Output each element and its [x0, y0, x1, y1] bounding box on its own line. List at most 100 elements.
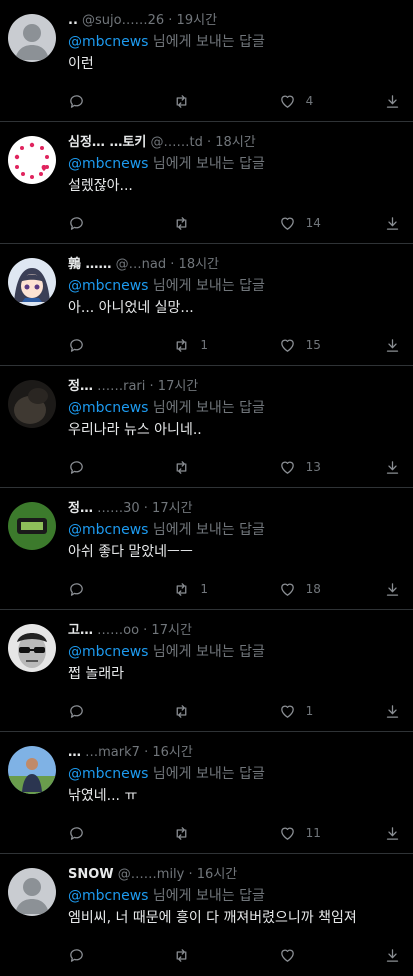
- retweet-button[interactable]: [173, 703, 253, 720]
- like-button[interactable]: 11: [279, 825, 359, 842]
- user-handle[interactable]: @……td: [151, 135, 203, 150]
- tweet-actions: 11: [68, 823, 401, 843]
- timestamp[interactable]: · 16시간: [189, 867, 238, 882]
- reply-to-suffix: 님에게 보내는 답글: [148, 400, 265, 416]
- share-button[interactable]: [384, 215, 401, 232]
- reply-button[interactable]: [68, 581, 148, 598]
- reply-button[interactable]: [68, 459, 148, 476]
- share-button[interactable]: [384, 337, 401, 354]
- display-name[interactable]: …: [68, 745, 81, 760]
- share-icon: [386, 94, 399, 108]
- tweet[interactable]: .. @sujo……26 · 19시간 @mbcnews 님에게 보내는 답글 …: [0, 0, 413, 122]
- user-handle[interactable]: @…nad: [116, 257, 166, 272]
- heart-icon: [280, 95, 294, 108]
- tweet[interactable]: 鶉 …… @…nad · 18시간 @mbcnews 님에게 보내는 답글 아.…: [0, 244, 413, 366]
- mention-link[interactable]: @mbcnews: [68, 522, 148, 538]
- retweet-button[interactable]: [173, 215, 253, 232]
- display-name[interactable]: ..: [68, 13, 78, 28]
- tweet[interactable]: SNOW @……mily · 16시간 @mbcnews 님에게 보내는 답글 …: [0, 854, 413, 976]
- timestamp[interactable]: · 16시간: [144, 745, 193, 760]
- timestamp[interactable]: · 19시간: [168, 13, 217, 28]
- like-count: 11: [305, 826, 321, 840]
- tweet[interactable]: … …mark7 · 16시간 @mbcnews 님에게 보내는 답글 낚였네.…: [0, 732, 413, 854]
- display-name[interactable]: 정…: [68, 501, 93, 516]
- reply-to-suffix: 님에게 보내는 답글: [148, 766, 265, 782]
- reply-button[interactable]: [68, 703, 148, 720]
- like-button[interactable]: 1: [279, 703, 359, 720]
- mention-link[interactable]: @mbcnews: [68, 156, 148, 172]
- mention-link[interactable]: @mbcnews: [68, 766, 148, 782]
- timestamp[interactable]: · 17시간: [143, 623, 192, 638]
- timestamp[interactable]: · 17시간: [144, 501, 193, 516]
- tweet-header: 고… ……oo · 17시간: [68, 622, 401, 640]
- display-name[interactable]: SNOW: [68, 867, 114, 882]
- user-handle[interactable]: @……mily: [118, 867, 185, 882]
- share-button[interactable]: [384, 93, 401, 110]
- share-button[interactable]: [384, 459, 401, 476]
- like-button[interactable]: 15: [279, 337, 359, 354]
- mention-link[interactable]: @mbcnews: [68, 888, 148, 904]
- tweet[interactable]: 정… ……rari · 17시간 @mbcnews 님에게 보내는 답글 우리나…: [0, 366, 413, 488]
- avatar[interactable]: [8, 380, 56, 428]
- heart-icon: [280, 217, 294, 230]
- heart-icon: [280, 583, 294, 596]
- reply-to-suffix: 님에게 보내는 답글: [148, 34, 265, 50]
- retweet-button[interactable]: [173, 93, 253, 110]
- reply-button[interactable]: [68, 215, 148, 232]
- user-handle[interactable]: ……oo: [97, 623, 139, 638]
- share-button[interactable]: [384, 703, 401, 720]
- retweet-button[interactable]: [173, 947, 253, 964]
- reply-button[interactable]: [68, 93, 148, 110]
- share-button[interactable]: [384, 581, 401, 598]
- user-handle[interactable]: @sujo……26: [82, 13, 164, 28]
- like-button[interactable]: 18: [279, 581, 359, 598]
- reply-button[interactable]: [68, 337, 148, 354]
- timestamp[interactable]: · 18시간: [170, 257, 219, 272]
- like-button[interactable]: 14: [279, 215, 359, 232]
- mention-link[interactable]: @mbcnews: [68, 644, 148, 660]
- display-name[interactable]: 정…: [68, 379, 93, 394]
- tweet[interactable]: 정… ……30 · 17시간 @mbcnews 님에게 보내는 답글 아쉬 좋다…: [0, 488, 413, 610]
- tweet[interactable]: 고… ……oo · 17시간 @mbcnews 님에게 보내는 답글 쩝 놀래라…: [0, 610, 413, 732]
- retweet-icon: [176, 704, 187, 718]
- timestamp[interactable]: · 18시간: [207, 135, 256, 150]
- tweet[interactable]: 심정… …토키 @……td · 18시간 @mbcnews 님에게 보내는 답글…: [0, 122, 413, 244]
- avatar[interactable]: [8, 624, 56, 672]
- user-handle[interactable]: …mark7: [85, 745, 140, 760]
- share-icon: [386, 582, 399, 596]
- mention-link[interactable]: @mbcnews: [68, 400, 148, 416]
- reply-to-suffix: 님에게 보내는 답글: [148, 522, 265, 538]
- tweet-text: 아... 아니었네 실망...: [68, 300, 194, 316]
- like-button[interactable]: [279, 947, 359, 964]
- avatar[interactable]: [8, 14, 56, 62]
- reply-button[interactable]: [68, 947, 148, 964]
- mention-link[interactable]: @mbcnews: [68, 34, 148, 50]
- like-count: 18: [305, 582, 321, 596]
- user-handle[interactable]: ……30: [97, 501, 140, 516]
- timestamp[interactable]: · 17시간: [150, 379, 199, 394]
- share-icon: [386, 338, 399, 352]
- retweet-button[interactable]: 1: [173, 337, 253, 354]
- display-name[interactable]: 심정… …토키: [68, 135, 146, 150]
- user-handle[interactable]: ……rari: [97, 379, 145, 394]
- share-button[interactable]: [384, 947, 401, 964]
- reply-button[interactable]: [68, 825, 148, 842]
- avatar[interactable]: [8, 746, 56, 794]
- avatar[interactable]: [8, 136, 56, 184]
- avatar[interactable]: [8, 868, 56, 916]
- display-name[interactable]: 鶉 ……: [68, 257, 112, 272]
- avatar[interactable]: [8, 258, 56, 306]
- like-button[interactable]: 4: [279, 93, 359, 110]
- heart-icon: [280, 339, 294, 352]
- like-count: 13: [305, 460, 321, 474]
- share-button[interactable]: [384, 825, 401, 842]
- mention-link[interactable]: @mbcnews: [68, 278, 148, 294]
- retweet-button[interactable]: [173, 825, 253, 842]
- like-button[interactable]: 13: [279, 459, 359, 476]
- retweet-button[interactable]: 1: [173, 581, 253, 598]
- avatar[interactable]: [8, 502, 56, 550]
- display-name[interactable]: 고…: [68, 623, 93, 638]
- heart-icon: [280, 461, 294, 474]
- retweet-button[interactable]: [173, 459, 253, 476]
- share-icon: [386, 460, 399, 474]
